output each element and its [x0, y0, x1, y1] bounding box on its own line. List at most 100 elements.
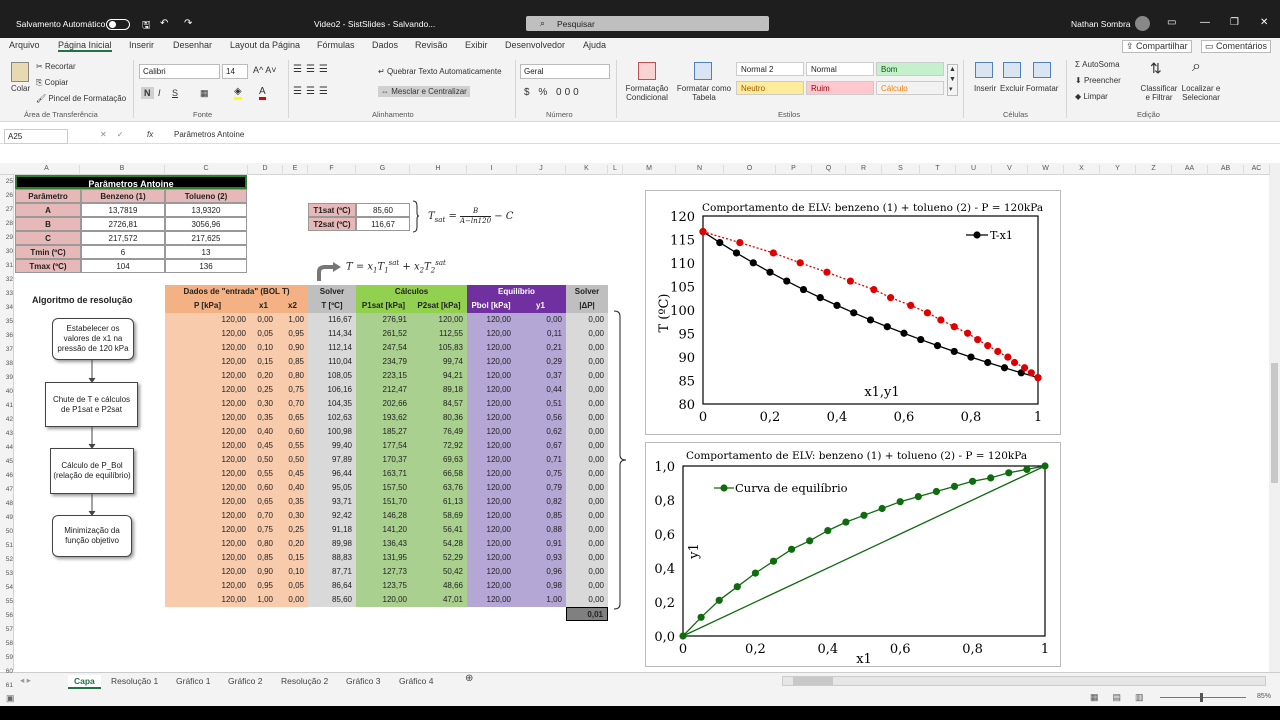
column-header-V[interactable]: V [992, 165, 1028, 175]
format-cells-icon[interactable] [1033, 62, 1051, 78]
row-header-51[interactable]: 51 [1, 542, 13, 549]
cancel-confirm-icons[interactable]: ✕✓ [100, 130, 133, 139]
column-header-G[interactable]: G [356, 165, 410, 175]
align-top-icons[interactable]: ☰☰☰ [293, 64, 332, 75]
column-header-X[interactable]: X [1064, 165, 1100, 175]
macro-icon[interactable]: ▣ [6, 693, 15, 704]
row-header-27[interactable]: 27 [1, 206, 13, 213]
undo-icon[interactable]: ↶ [160, 18, 168, 29]
tab-nav-icons[interactable]: ◂ ▸ [20, 675, 31, 686]
column-header-AC[interactable]: AC [1244, 165, 1270, 175]
sort-filter-icon[interactable]: ⇅ [1150, 60, 1162, 77]
row-header-43[interactable]: 43 [1, 430, 13, 437]
column-header-Q[interactable]: Q [812, 165, 846, 175]
formula-input[interactable]: Parâmetros Antoine [174, 130, 244, 139]
row-header-59[interactable]: 59 [1, 654, 13, 661]
grow-font-icon[interactable]: A^ A˅ [253, 65, 277, 75]
row-header-25[interactable]: 25 [1, 178, 13, 185]
menu-inserir[interactable]: Inserir [129, 40, 154, 50]
horizontal-scrollbar[interactable] [782, 676, 1266, 686]
autosum-button[interactable]: Σ AutoSoma [1075, 60, 1120, 69]
menu-arquivo[interactable]: Arquivo [9, 40, 40, 50]
row-header-35[interactable]: 35 [1, 318, 13, 325]
row-header-56[interactable]: 56 [1, 612, 13, 619]
font-color-icon[interactable]: A [259, 86, 266, 100]
row-header-32[interactable]: 32 [1, 276, 13, 283]
sheet-tab-2[interactable]: Gráfico 1 [170, 675, 217, 687]
fx-icon[interactable]: fx [147, 130, 153, 139]
borders-icon[interactable]: ▦ [200, 88, 209, 99]
align-left-icons[interactable]: ☰☰☰ [293, 86, 332, 97]
column-header-Y[interactable]: Y [1100, 165, 1136, 175]
row-header-46[interactable]: 46 [1, 472, 13, 479]
column-header-M[interactable]: M [623, 165, 676, 175]
cell-style-3[interactable]: Neutro [736, 81, 804, 95]
column-header-D[interactable]: D [248, 165, 283, 175]
view-icons[interactable]: ▦▤▥ [1090, 692, 1158, 703]
delete-cells-icon[interactable] [1003, 62, 1021, 78]
maximize-icon[interactable]: ❐ [1230, 17, 1239, 28]
column-header-B[interactable]: B [80, 165, 165, 175]
number-format-select[interactable]: Geral [520, 64, 610, 79]
save-icon[interactable]: 🖫 [142, 18, 151, 35]
vertical-scrollbar[interactable] [1269, 163, 1280, 672]
row-header-37[interactable]: 37 [1, 346, 13, 353]
insert-cells-label[interactable]: Inserir [974, 84, 996, 93]
row-header-57[interactable]: 57 [1, 626, 13, 633]
underline-button[interactable]: S [172, 88, 178, 98]
document-title[interactable]: Video2 - SistSlides - Salvando... [314, 19, 435, 29]
sheet-tab-3[interactable]: Gráfico 2 [222, 675, 269, 687]
column-header-A[interactable]: A [14, 165, 80, 175]
styles-scroll[interactable]: ▲ ▼ ▾ [947, 64, 958, 96]
column-header-T[interactable]: T [920, 165, 956, 175]
font-size-select[interactable]: 14 [222, 64, 248, 79]
column-header-H[interactable]: H [410, 165, 467, 175]
fill-color-icon[interactable]: ◈ [234, 86, 242, 100]
column-header-S[interactable]: S [882, 165, 920, 175]
row-header-60[interactable]: 60 [1, 668, 13, 675]
fill-button[interactable]: ⬇ Preencher [1075, 76, 1121, 85]
row-header-47[interactable]: 47 [1, 486, 13, 493]
row-header-49[interactable]: 49 [1, 514, 13, 521]
column-header-AA[interactable]: AA [1172, 165, 1208, 175]
row-header-40[interactable]: 40 [1, 388, 13, 395]
currency-percent-icons[interactable]: $ % 000 [524, 87, 582, 98]
find-icon[interactable]: ⌕ [1192, 58, 1201, 76]
row-header-26[interactable]: 26 [1, 192, 13, 199]
paste-label[interactable]: Colar [11, 84, 30, 93]
sort-filter-label[interactable]: Classificar e Filtrar [1140, 84, 1178, 102]
format-table-icon[interactable] [694, 62, 712, 80]
column-header-W[interactable]: W [1028, 165, 1064, 175]
cell-style-4[interactable]: Ruim [806, 81, 874, 95]
paste-icon[interactable] [11, 62, 29, 82]
conditional-format-icon[interactable] [638, 62, 656, 80]
name-box[interactable]: A25 [4, 129, 68, 144]
italic-button[interactable]: I [158, 88, 161, 98]
row-header-44[interactable]: 44 [1, 444, 13, 451]
sheet-tab-0[interactable]: Capa [68, 675, 101, 689]
bold-button[interactable]: N [141, 87, 154, 99]
cell-style-5[interactable]: Cálculo [876, 81, 944, 95]
row-header-29[interactable]: 29 [1, 234, 13, 241]
column-header-K[interactable]: K [566, 165, 608, 175]
column-header-R[interactable]: R [846, 165, 882, 175]
row-header-54[interactable]: 54 [1, 584, 13, 591]
row-header-55[interactable]: 55 [1, 598, 13, 605]
minimize-icon[interactable]: — [1200, 17, 1210, 28]
column-header-O[interactable]: O [724, 165, 776, 175]
menu-formulas[interactable]: Fórmulas [317, 40, 355, 50]
share-button[interactable]: ⇪ Compartilhar [1122, 40, 1192, 53]
sheet-tab-6[interactable]: Gráfico 4 [393, 675, 440, 687]
column-header-U[interactable]: U [956, 165, 992, 175]
row-header-39[interactable]: 39 [1, 374, 13, 381]
menu-exibir[interactable]: Exibir [465, 40, 488, 50]
row-header-52[interactable]: 52 [1, 556, 13, 563]
row-header-61[interactable]: 61 [1, 682, 13, 689]
clear-button[interactable]: ◆ Limpar [1075, 92, 1108, 101]
copy-button[interactable]: ⎘ Copiar [36, 78, 68, 88]
format-painter-button[interactable]: 🖌 Pincel de Formatação [36, 94, 126, 103]
row-header-36[interactable]: 36 [1, 332, 13, 339]
format-cells-label[interactable]: Formatar [1026, 84, 1058, 93]
cell-style-1[interactable]: Normal [806, 62, 874, 76]
column-header-C[interactable]: C [165, 165, 248, 175]
